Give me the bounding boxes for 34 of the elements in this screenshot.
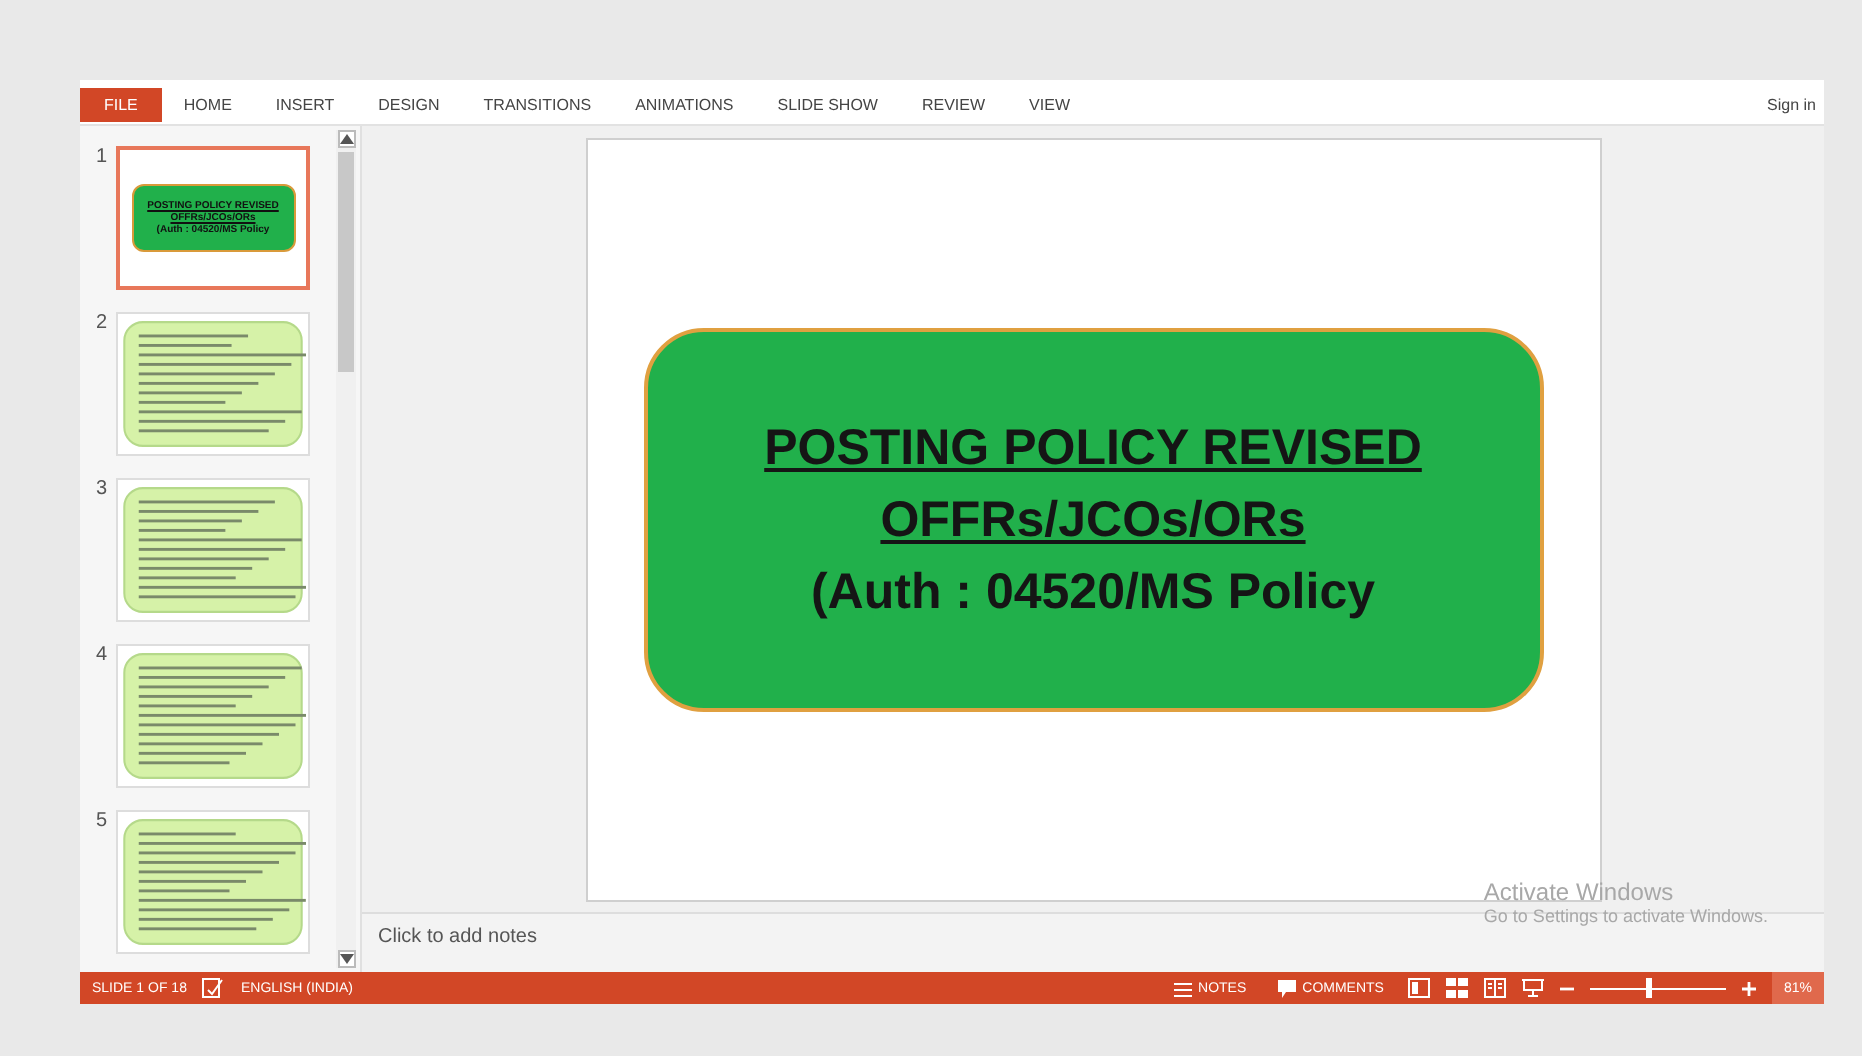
ribbon-tab[interactable]: REVIEW (899, 89, 1008, 119)
slideshow-icon[interactable] (1521, 978, 1544, 998)
ribbon-tab[interactable]: INSERT (253, 89, 357, 119)
file-tab[interactable]: FILE (80, 87, 162, 121)
zoom-slider-thumb[interactable] (1645, 978, 1652, 998)
slide-number: 5 (96, 810, 110, 832)
scroll-down-icon[interactable] (337, 950, 355, 968)
slide-number: 3 (96, 478, 110, 500)
ribbon-tab[interactable]: ANIMATIONS (613, 89, 756, 119)
ribbon-tab[interactable]: TRANSITIONS (461, 89, 614, 119)
comment-icon (1278, 979, 1297, 997)
activation-notice: Activate Windows (1483, 878, 1676, 906)
ribbon-tab[interactable]: DESIGN (356, 89, 462, 119)
ribbon-tab[interactable]: VIEW (1007, 89, 1092, 119)
normal-view-icon[interactable] (1407, 978, 1430, 998)
zoom-in-icon[interactable] (1741, 981, 1756, 995)
ribbon-tab[interactable]: SLIDE SHOW (755, 89, 900, 119)
notes-placeholder[interactable]: Click to add notes (378, 926, 537, 948)
slide-number: 4 (96, 644, 110, 666)
notes-icon (1174, 979, 1193, 997)
slide-title: POSTING POLICY REVISED (764, 417, 1422, 479)
slide-title: OFFRs/JCOs/ORs (880, 489, 1306, 551)
scroll-up-icon[interactable] (337, 130, 355, 148)
sign-in-link[interactable]: Sign in (1759, 89, 1824, 119)
slide-number: 1 (96, 146, 110, 168)
slide-title: (Auth : 04520/MS Policy (810, 561, 1376, 623)
activation-hint: Go to Settings to activate Windows. (1483, 906, 1768, 926)
book-icon[interactable] (1483, 978, 1506, 998)
scrollbar[interactable] (336, 130, 356, 968)
grid-view-icon[interactable] (1445, 978, 1468, 998)
ribbon-tab[interactable]: HOME (161, 89, 254, 119)
scrollbar-thumb[interactable] (338, 152, 354, 372)
spellcheck-icon[interactable] (202, 978, 225, 998)
slide-number: 2 (96, 312, 110, 334)
